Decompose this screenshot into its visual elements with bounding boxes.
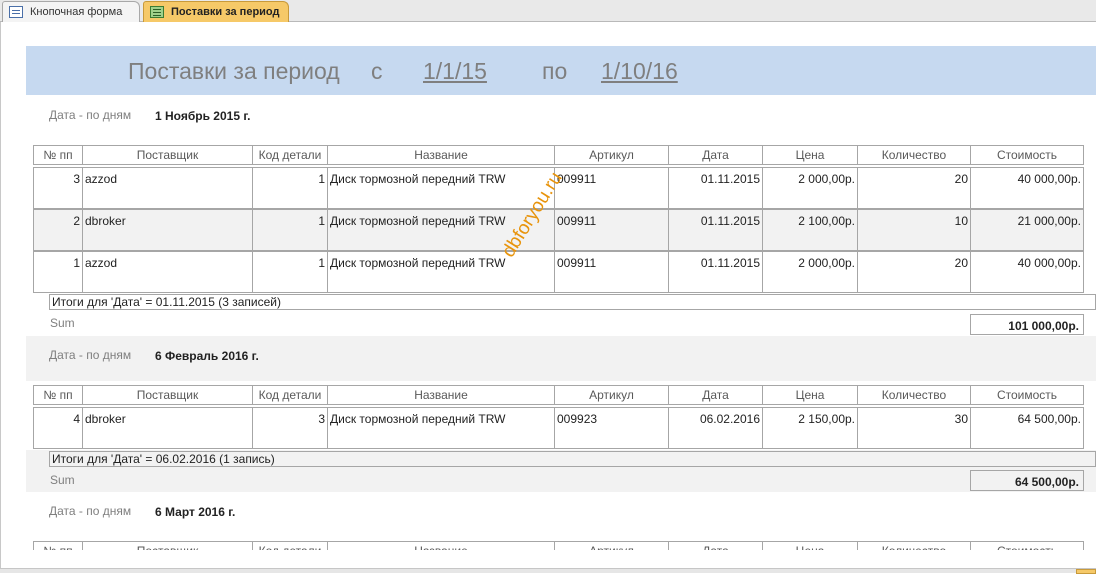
cell-date: 01.11.2015 bbox=[668, 209, 763, 251]
group-title: 6 Март 2016 г. bbox=[155, 505, 236, 519]
sum-label: Sum bbox=[50, 316, 75, 330]
cell-date: 01.11.2015 bbox=[668, 251, 763, 293]
column-header: Стоимость bbox=[970, 145, 1084, 165]
column-header: Название bbox=[327, 541, 555, 550]
column-header: Стоимость bbox=[970, 385, 1084, 405]
column-header: Дата bbox=[668, 541, 763, 550]
group-label: Дата - по дням bbox=[49, 504, 132, 518]
cell-date: 06.02.2016 bbox=[668, 407, 763, 449]
column-header: Цена bbox=[762, 385, 858, 405]
column-header: Количество bbox=[857, 385, 971, 405]
cell-number: 1 bbox=[33, 251, 83, 293]
cell-part-code: 1 bbox=[252, 167, 328, 209]
column-header: Стоимость bbox=[970, 541, 1084, 550]
group-label: Дата - по дням bbox=[49, 108, 132, 122]
cell-article: 009911 bbox=[554, 209, 669, 251]
cell-cost: 40 000,00р. bbox=[970, 251, 1084, 293]
report-header: Поставки за период с 1/1/15 по 1/10/16 bbox=[26, 46, 1096, 95]
column-header: Поставщик bbox=[82, 145, 253, 165]
table-row[interactable]: 1 azzod 1 Диск тормозной передний TRW 00… bbox=[33, 251, 1084, 293]
column-header: Артикул bbox=[554, 145, 669, 165]
cell-part-code: 3 bbox=[252, 407, 328, 449]
to-label: по bbox=[542, 58, 568, 84]
from-label: с bbox=[371, 58, 383, 84]
sum-label: Sum bbox=[50, 473, 75, 487]
cell-part-code: 1 bbox=[252, 251, 328, 293]
column-header: Дата bbox=[668, 385, 763, 405]
column-header: Количество bbox=[857, 145, 971, 165]
table-header-row: № пп Поставщик Код детали Название Артик… bbox=[33, 145, 1084, 165]
cell-quantity: 10 bbox=[857, 209, 971, 251]
column-header: № пп bbox=[33, 541, 83, 550]
tab-deliveries-report[interactable]: Поставки за период bbox=[143, 1, 289, 22]
cell-part-code: 1 bbox=[252, 209, 328, 251]
cell-article: 009911 bbox=[554, 167, 669, 209]
cell-article: 009911 bbox=[554, 251, 669, 293]
table-header-row: № пп Поставщик Код детали Название Артик… bbox=[33, 385, 1084, 405]
table-row[interactable]: 2 dbroker 1 Диск тормозной передний TRW … bbox=[33, 209, 1084, 251]
column-header: № пп bbox=[33, 145, 83, 165]
scrollbar-thumb[interactable] bbox=[1076, 569, 1096, 574]
from-date: 1/1/15 bbox=[423, 58, 487, 84]
column-header: № пп bbox=[33, 385, 83, 405]
group-title: 1 Ноябрь 2015 г. bbox=[155, 109, 251, 123]
column-header: Цена bbox=[762, 541, 858, 550]
group-summary: Итоги для 'Дата' = 06.02.2016 (1 запись) bbox=[49, 451, 1096, 467]
cell-number: 2 bbox=[33, 209, 83, 251]
cell-price: 2 150,00р. bbox=[762, 407, 858, 449]
cell-supplier: dbroker bbox=[82, 407, 253, 449]
column-header: Поставщик bbox=[82, 541, 253, 550]
report-title: Поставки за период bbox=[128, 58, 340, 84]
cell-supplier: dbroker bbox=[82, 209, 253, 251]
to-date: 1/10/16 bbox=[601, 58, 678, 84]
column-header: Цена bbox=[762, 145, 858, 165]
cell-name: Диск тормозной передний TRW bbox=[327, 251, 555, 293]
table-header-row: № пп Поставщик Код детали Название Артик… bbox=[33, 541, 1084, 550]
cell-price: 2 000,00р. bbox=[762, 251, 858, 293]
cell-date: 01.11.2015 bbox=[668, 167, 763, 209]
column-header: Название bbox=[327, 145, 555, 165]
report-icon bbox=[150, 6, 164, 18]
group-label: Дата - по дням bbox=[49, 348, 132, 362]
column-header: Количество bbox=[857, 541, 971, 550]
cell-cost: 64 500,00р. bbox=[970, 407, 1084, 449]
column-header: Код детали bbox=[252, 385, 328, 405]
group-summary: Итоги для 'Дата' = 01.11.2015 (3 записей… bbox=[49, 294, 1096, 310]
cell-supplier: azzod bbox=[82, 251, 253, 293]
tab-label: Кнопочная форма bbox=[30, 6, 123, 18]
cell-quantity: 20 bbox=[857, 167, 971, 209]
cell-price: 2 000,00р. bbox=[762, 167, 858, 209]
view-border bbox=[0, 22, 1, 573]
column-header: Поставщик bbox=[82, 385, 253, 405]
cell-number: 3 bbox=[33, 167, 83, 209]
group-sum-total: 101 000,00р. bbox=[970, 314, 1084, 335]
cell-cost: 21 000,00р. bbox=[970, 209, 1084, 251]
group-table: № пп Поставщик Код детали Название Артик… bbox=[33, 541, 1084, 550]
column-header: Код детали bbox=[252, 541, 328, 550]
group-title: 6 Февраль 2016 г. bbox=[155, 349, 259, 363]
group-sum-total: 64 500,00р. bbox=[970, 470, 1084, 491]
cell-number: 4 bbox=[33, 407, 83, 449]
column-header: Дата bbox=[668, 145, 763, 165]
tab-label: Поставки за период bbox=[171, 6, 280, 18]
cell-price: 2 100,00р. bbox=[762, 209, 858, 251]
column-header: Код детали bbox=[252, 145, 328, 165]
column-header: Артикул bbox=[554, 541, 669, 550]
tab-switchboard-form[interactable]: Кнопочная форма bbox=[2, 1, 140, 22]
column-header: Название bbox=[327, 385, 555, 405]
cell-cost: 40 000,00р. bbox=[970, 167, 1084, 209]
cell-quantity: 20 bbox=[857, 251, 971, 293]
column-header: Артикул bbox=[554, 385, 669, 405]
table-row[interactable]: 4 dbroker 3 Диск тормозной передний TRW … bbox=[33, 407, 1084, 449]
cell-quantity: 30 bbox=[857, 407, 971, 449]
document-tab-bar: Кнопочная форма Поставки за период bbox=[0, 0, 1096, 22]
cell-name: Диск тормозной передний TRW bbox=[327, 407, 555, 449]
horizontal-scrollbar[interactable] bbox=[0, 568, 1096, 574]
form-icon bbox=[9, 6, 23, 18]
cell-supplier: azzod bbox=[82, 167, 253, 209]
cell-article: 009923 bbox=[554, 407, 669, 449]
cell-name: Диск тормозной передний TRW bbox=[327, 167, 555, 209]
